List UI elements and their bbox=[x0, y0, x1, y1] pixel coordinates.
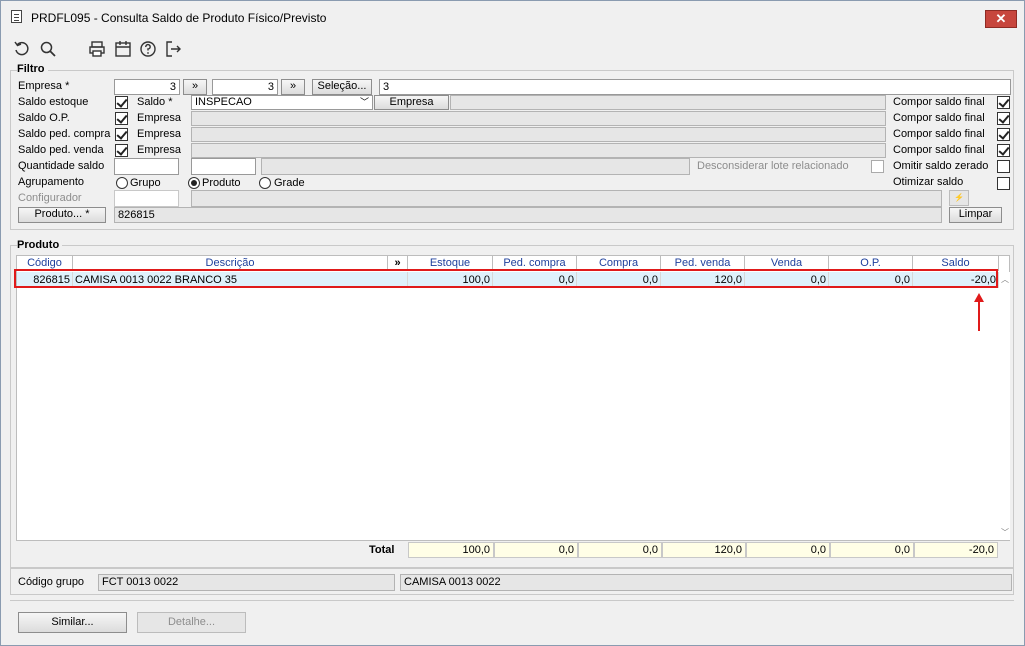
codigo-grupo-label: Código grupo bbox=[18, 576, 85, 588]
similar-button[interactable]: Similar... bbox=[18, 612, 127, 633]
compor-saldo-label-4: Compor saldo final bbox=[893, 144, 985, 156]
total-venda: 0,0 bbox=[746, 542, 830, 558]
produto-field: 826815 bbox=[114, 207, 942, 223]
total-label: Total bbox=[369, 544, 395, 556]
selecao-button[interactable]: Seleção... bbox=[312, 79, 372, 95]
divider bbox=[10, 600, 1014, 601]
configurador-label: Configurador bbox=[18, 192, 82, 204]
saldo-ped-venda-checkbox[interactable] bbox=[115, 144, 128, 157]
otimizar-saldo-label: Otimizar saldo bbox=[893, 176, 964, 188]
saldo-op-checkbox[interactable] bbox=[115, 112, 128, 125]
arrow-up-icon bbox=[974, 293, 984, 331]
omitir-saldo-label: Omitir saldo zerado bbox=[893, 160, 989, 172]
limpar-button[interactable]: Limpar bbox=[949, 207, 1002, 223]
otimizar-saldo-checkbox[interactable] bbox=[997, 177, 1010, 190]
document-icon bbox=[11, 10, 22, 23]
quantidade-saldo-to-input[interactable] bbox=[191, 158, 256, 175]
help-icon[interactable] bbox=[139, 40, 157, 58]
saldo-op-empresa-label: Empresa bbox=[137, 112, 182, 124]
codigo-grupo-code-field: FCT 0013 0022 bbox=[98, 574, 395, 591]
refresh-icon[interactable] bbox=[13, 40, 31, 58]
scroll-up-icon[interactable]: ︿ bbox=[1001, 274, 1009, 285]
configurador-input[interactable] bbox=[114, 190, 179, 207]
produto-grid: Código Descrição » Estoque Ped. compra C… bbox=[16, 255, 1010, 541]
saldo-estoque-label: Saldo estoque bbox=[18, 96, 89, 108]
scroll-down-icon[interactable]: ﹀ bbox=[1001, 527, 1009, 538]
configurador-field bbox=[191, 190, 942, 207]
quantidade-saldo-from-input[interactable] bbox=[114, 158, 179, 175]
grade-radio[interactable] bbox=[259, 177, 271, 189]
configurador-button[interactable]: ⚡ bbox=[949, 190, 969, 206]
saldo-select[interactable]: INSPECAO ﹀ bbox=[191, 95, 373, 110]
compor-saldo-checkbox-1[interactable] bbox=[997, 96, 1010, 109]
saldo-ped-venda-empresa-label: Empresa bbox=[137, 144, 182, 156]
wand-icon: ⚡ bbox=[954, 193, 964, 202]
produto-radio[interactable] bbox=[188, 177, 200, 189]
close-button[interactable]: ✕ bbox=[985, 10, 1017, 28]
chevron-down-icon: ﹀ bbox=[359, 97, 369, 107]
calendar-icon[interactable] bbox=[114, 40, 132, 58]
produto-radio-label: Produto bbox=[202, 177, 241, 189]
quantidade-saldo-label: Quantidade saldo bbox=[18, 160, 105, 172]
empresa-label: Empresa * bbox=[18, 80, 70, 92]
saldo-ped-compra-empresa-field bbox=[191, 127, 886, 142]
desconsiderar-lote-label: Desconsiderar lote relacionado bbox=[697, 160, 849, 172]
total-saldo: -20,0 bbox=[914, 542, 998, 558]
print-icon[interactable] bbox=[88, 40, 106, 58]
omitir-saldo-checkbox[interactable] bbox=[997, 160, 1010, 173]
saldo-label: Saldo * bbox=[137, 96, 173, 108]
saldo-estoque-empresa-field bbox=[450, 95, 886, 110]
saldo-op-label: Saldo O.P. bbox=[18, 112, 70, 124]
compor-saldo-label-3: Compor saldo final bbox=[893, 128, 985, 140]
saldo-op-empresa-field bbox=[191, 111, 886, 126]
window-title: PRDFL095 - Consulta Saldo de Produto Fís… bbox=[31, 11, 327, 25]
empresa-range-button[interactable]: » bbox=[183, 79, 207, 95]
saldo-ped-compra-checkbox[interactable] bbox=[115, 128, 128, 141]
produto-title: Produto bbox=[17, 239, 63, 251]
title-bar: PRDFL095 - Consulta Saldo de Produto Fís… bbox=[1, 1, 1024, 31]
saldo-ped-venda-empresa-field bbox=[191, 143, 886, 158]
main-window: PRDFL095 - Consulta Saldo de Produto Fís… bbox=[0, 0, 1025, 646]
desconsiderar-lote-checkbox[interactable] bbox=[871, 160, 884, 173]
empresa-to-input[interactable]: 3 bbox=[212, 79, 278, 95]
empresa-button[interactable]: Empresa bbox=[374, 95, 449, 110]
saldo-ped-compra-label: Saldo ped. compra bbox=[18, 128, 111, 140]
saldo-select-value: INSPECAO bbox=[195, 96, 252, 108]
grupo-radio-label: Grupo bbox=[130, 177, 161, 189]
total-compra: 0,0 bbox=[578, 542, 662, 558]
compor-saldo-checkbox-2[interactable] bbox=[997, 112, 1010, 125]
total-ped-compra: 0,0 bbox=[494, 542, 578, 558]
produto-button[interactable]: Produto... * bbox=[18, 207, 106, 223]
saldo-estoque-checkbox[interactable] bbox=[115, 96, 128, 109]
compor-saldo-label-2: Compor saldo final bbox=[893, 112, 985, 124]
compor-saldo-label-1: Compor saldo final bbox=[893, 96, 985, 108]
highlight-box bbox=[14, 269, 998, 288]
total-ped-venda: 120,0 bbox=[662, 542, 746, 558]
compor-saldo-checkbox-4[interactable] bbox=[997, 144, 1010, 157]
quantidade-saldo-field bbox=[261, 158, 690, 175]
total-estoque: 100,0 bbox=[408, 542, 494, 558]
grid-scrollbar[interactable]: ︿ ﹀ bbox=[999, 272, 1010, 540]
grade-radio-label: Grade bbox=[274, 177, 305, 189]
selecao-input[interactable]: 3 bbox=[379, 79, 1011, 95]
detalhe-button[interactable]: Detalhe... bbox=[137, 612, 246, 633]
filtro-title: Filtro bbox=[17, 63, 48, 75]
total-op: 0,0 bbox=[830, 542, 914, 558]
grupo-radio[interactable] bbox=[116, 177, 128, 189]
saldo-ped-compra-empresa-label: Empresa bbox=[137, 128, 182, 140]
saldo-ped-venda-label: Saldo ped. venda bbox=[18, 144, 104, 156]
exit-icon[interactable] bbox=[164, 40, 182, 58]
codigo-grupo-description-field: CAMISA 0013 0022 bbox=[400, 574, 1012, 591]
empresa-from-input[interactable]: 3 bbox=[114, 79, 180, 95]
empresa-range-button-2[interactable]: » bbox=[281, 79, 305, 95]
agrupamento-label: Agrupamento bbox=[18, 176, 85, 188]
compor-saldo-checkbox-3[interactable] bbox=[997, 128, 1010, 141]
search-icon[interactable] bbox=[39, 40, 57, 58]
